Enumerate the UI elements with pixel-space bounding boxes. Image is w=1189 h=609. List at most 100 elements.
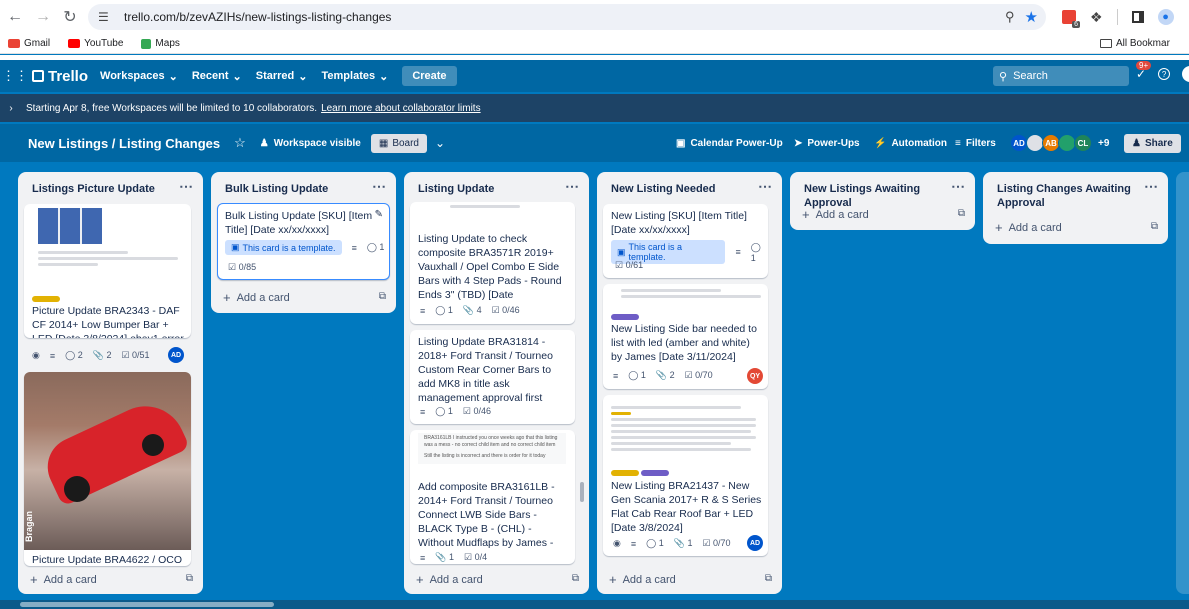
bookmarks-bar: Gmail YouTube Maps All Bookmar: [0, 34, 1189, 54]
profile-avatar-icon[interactable]: ●: [1157, 9, 1174, 25]
list-menu-icon[interactable]: ⋯: [758, 178, 772, 195]
trello-logo-icon: [32, 70, 44, 82]
automation-button[interactable]: ⚡ Automation: [874, 138, 947, 149]
card-member-avatar[interactable]: AD: [168, 347, 184, 363]
template-icon[interactable]: ⧉: [186, 573, 193, 584]
add-card-button[interactable]: + Add a card: [223, 290, 290, 305]
template-icon[interactable]: ⧉: [1151, 221, 1158, 232]
card[interactable]: New Listing [SKU] [Item Title] [Date xx/…: [603, 204, 768, 278]
attachments-badge: 📎 1: [673, 538, 693, 548]
app-switcher-icon[interactable]: ⋮⋮: [2, 68, 28, 84]
gmail-icon: [8, 39, 20, 48]
board-title[interactable]: New Listings / Listing Changes: [28, 136, 220, 151]
card-title: Bulk Listing Update [SKU] [Item Title] […: [225, 210, 373, 236]
list-menu-icon[interactable]: ⋯: [179, 178, 193, 195]
menu-workspaces[interactable]: Workspaces ⌄: [100, 70, 178, 83]
side-panel-icon[interactable]: [1131, 11, 1144, 23]
list-title[interactable]: Listing Changes Awaiting Approval: [997, 182, 1132, 210]
site-settings-icon[interactable]: ☰: [98, 10, 116, 24]
all-bookmarks-label: All Bookmar: [1116, 38, 1170, 49]
list-title[interactable]: Bulk Listing Update: [225, 182, 365, 196]
attachments-badge: 📎 2: [92, 350, 112, 360]
list-menu-icon[interactable]: ⋯: [565, 178, 579, 195]
card[interactable]: BRA3161LB I instructed you once weeks ag…: [410, 430, 575, 564]
zoom-search-icon[interactable]: ⚲: [1005, 9, 1015, 25]
list-title[interactable]: New Listings Awaiting Approval: [804, 182, 954, 210]
add-card-button[interactable]: + Add a card: [802, 207, 869, 222]
menu-starred[interactable]: Starred ⌄: [256, 70, 308, 83]
address-bar[interactable]: ☰ trello.com/b/zevAZIHs/new-listings-lis…: [88, 4, 1046, 30]
menu-recent[interactable]: Recent ⌄: [192, 70, 242, 83]
card[interactable]: Picture Update BRA2343 - DAF CF 2014+ Lo…: [24, 204, 191, 338]
views-chevron-icon[interactable]: ⌄: [435, 136, 445, 150]
list-scrollbar[interactable]: [580, 482, 584, 502]
star-icon[interactable]: ☆: [234, 135, 246, 151]
card-member-avatar[interactable]: QY: [747, 368, 763, 384]
logo-text: Trello: [48, 67, 89, 85]
extension-badge: 6: [1072, 21, 1080, 28]
search-input[interactable]: ⚲ Search: [993, 66, 1129, 86]
card-badges: ☑ 0/85: [228, 262, 256, 273]
menu-templates[interactable]: Templates ⌄: [322, 70, 389, 83]
all-bookmarks[interactable]: All Bookmar: [1100, 38, 1170, 49]
template-icon[interactable]: ⧉: [765, 573, 772, 584]
add-card-button[interactable]: + Add a card: [609, 572, 676, 587]
forward-icon[interactable]: →: [30, 4, 56, 30]
template-icon[interactable]: ⧉: [379, 291, 386, 302]
account-avatar[interactable]: [1182, 66, 1189, 82]
add-card-button[interactable]: + Add a card: [995, 220, 1062, 235]
visibility-button[interactable]: ♟ Workspace visible: [260, 138, 361, 149]
member-avatar[interactable]: CL: [1074, 134, 1092, 152]
add-card-button[interactable]: + Add a card: [416, 572, 483, 587]
add-list-partial[interactable]: [1176, 172, 1189, 594]
card[interactable]: Bragan Picture Update BRA4622 / OCO: [24, 372, 191, 566]
calendar-powerup-button[interactable]: ▣ Calendar Power-Up: [676, 138, 783, 149]
back-icon[interactable]: ←: [2, 4, 28, 30]
scrollbar-thumb[interactable]: [20, 602, 274, 607]
template-icon[interactable]: ⧉: [958, 208, 965, 219]
board-view-button[interactable]: ▦ Board: [370, 133, 427, 153]
notifications-button[interactable]: ✓ 9+: [1136, 61, 1152, 81]
banner-link[interactable]: Learn more about collaborator limits: [321, 103, 481, 114]
powerups-button[interactable]: ➤ Power-Ups: [794, 138, 860, 149]
trello-header: ⋮⋮ Trello Workspaces ⌄ Recent ⌄ Starred ⌄ T…: [0, 60, 1189, 92]
reload-icon[interactable]: ↻: [57, 4, 83, 30]
card[interactable]: Listing Update to check composite BRA357…: [410, 202, 575, 324]
create-button[interactable]: Create: [402, 66, 457, 86]
card[interactable]: New Listing BRA21437 - New Gen Scania 20…: [603, 395, 768, 556]
card-member-avatar[interactable]: AD: [747, 535, 763, 551]
bookmark-gmail[interactable]: Gmail: [8, 38, 50, 49]
list-title[interactable]: New Listing Needed: [611, 182, 751, 196]
card-title: New Listing [SKU] [Item Title] [Date xx/…: [611, 210, 747, 236]
list-menu-icon[interactable]: ⋯: [1144, 178, 1158, 195]
bookmark-youtube[interactable]: YouTube: [68, 38, 123, 49]
bookmark-star-icon[interactable]: ★: [1025, 8, 1038, 26]
sidebar-toggle-icon[interactable]: ›: [4, 103, 18, 114]
template-icon[interactable]: ⧉: [572, 573, 579, 584]
card[interactable]: New Listing Side bar needed to list with…: [603, 284, 768, 389]
extra-members-count[interactable]: +9: [1098, 138, 1109, 149]
board-horizontal-scrollbar[interactable]: [0, 600, 1189, 609]
bookmark-maps[interactable]: Maps: [141, 38, 180, 49]
add-card-button[interactable]: + Add a card: [30, 572, 97, 587]
checklist-count: 0/51: [132, 350, 150, 360]
help-icon[interactable]: ?: [1158, 68, 1171, 80]
checklist-count: 0/46: [502, 305, 520, 315]
list-title[interactable]: Listings Picture Update: [32, 182, 172, 196]
attachments-count: 4: [476, 305, 482, 315]
attachments-badge: 📎 1: [435, 552, 454, 562]
extension-icon[interactable]: 6: [1062, 10, 1080, 28]
extensions-puzzle-icon[interactable]: ❖: [1090, 9, 1103, 26]
list-menu-icon[interactable]: ⋯: [951, 178, 965, 195]
card[interactable]: Listing Update BRA31814 - 2018+ Ford Tra…: [410, 330, 575, 424]
description-icon: ≡: [420, 552, 426, 563]
bookmark-label: Gmail: [24, 38, 51, 49]
edit-icon[interactable]: ✎: [375, 209, 383, 220]
filters-button[interactable]: ≡ Filters: [955, 138, 996, 149]
board-members[interactable]: AD AB CL +9: [1010, 134, 1109, 152]
list-title[interactable]: Listing Update: [418, 182, 558, 196]
card[interactable]: Bulk Listing Update [SKU] [Item Title] […: [217, 203, 390, 280]
share-button[interactable]: ♟ Share: [1124, 133, 1181, 153]
trello-logo[interactable]: Trello: [32, 68, 88, 85]
list-menu-icon[interactable]: ⋯: [372, 178, 386, 195]
